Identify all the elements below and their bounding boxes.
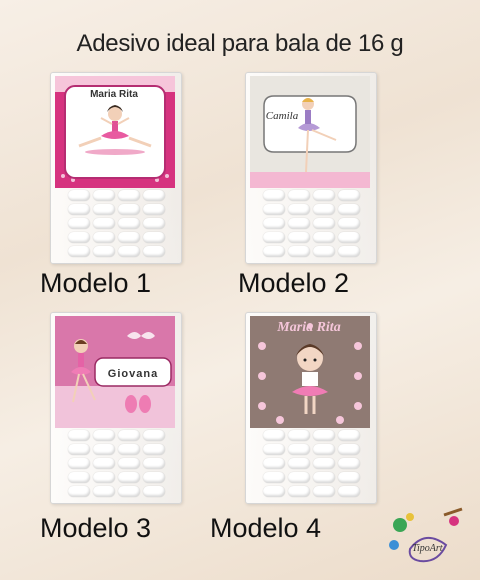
candy-box: Giovana [50,312,182,504]
product-modelo-3: Giovana [50,312,182,504]
label-sticker [250,76,370,188]
model-label-2: Modelo 2 [238,268,350,298]
model-label-3: Modelo 3 [40,513,152,543]
label-name: Maria Rita [90,89,138,100]
model-label-4: Modelo 4 [210,513,322,543]
product-modelo-1: Maria Rita [50,72,182,264]
product-modelo-2: Camila [245,72,377,264]
brand-name: TipoArt [412,543,443,554]
candies [252,427,370,497]
paint-splash-icon [389,507,463,563]
product-modelo-4: Maria Rita [245,312,377,504]
candy-box: Maria Rita [50,72,182,264]
label-name: Camila [265,110,299,122]
model-label-1: Modelo 1 [40,268,152,298]
candies [57,187,175,257]
brand-logo: TipoArt [380,505,470,575]
label-name: Giovana [107,368,159,380]
candies [252,187,370,257]
candies [57,427,175,497]
candy-box: Camila [245,72,377,264]
label-name: Maria Rita [277,320,341,335]
page-headline: Adesivo ideal para bala de 16 g [76,30,404,57]
candy-box: Maria Rita [245,312,377,504]
